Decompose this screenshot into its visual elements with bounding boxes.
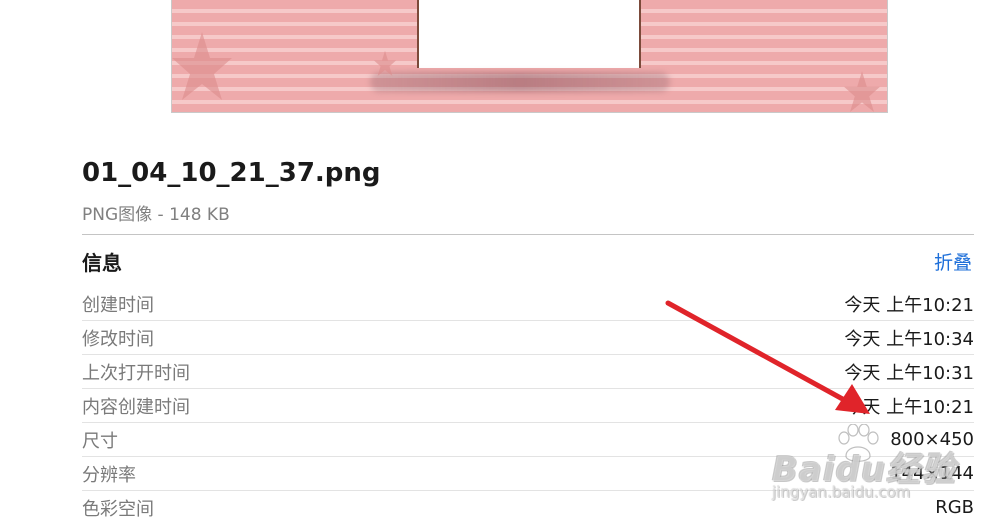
- image-preview[interactable]: [171, 0, 888, 113]
- file-info-panel: 01_04_10_21_37.png PNG图像 - 148 KB 信息 折叠 …: [0, 0, 1000, 523]
- info-row-content-created: 内容创建时间 今天 上午10:21: [82, 389, 974, 423]
- info-list: 创建时间 今天 上午10:21 修改时间 今天 上午10:34 上次打开时间 今…: [82, 287, 974, 523]
- info-value: 今天 上午10:34: [844, 328, 974, 350]
- info-value: 今天 上午10:21: [844, 396, 974, 418]
- info-label: 上次打开时间: [82, 362, 190, 384]
- divider: [82, 234, 974, 235]
- info-value: RGB: [935, 497, 974, 518]
- info-value: 今天 上午10:21: [844, 294, 974, 316]
- info-row-modified: 修改时间 今天 上午10:34: [82, 321, 974, 355]
- info-label: 内容创建时间: [82, 396, 190, 418]
- info-row-resolution: 分辨率 144×144: [82, 457, 974, 491]
- info-label: 尺寸: [82, 430, 118, 452]
- info-label: 修改时间: [82, 328, 154, 350]
- info-label: 色彩空间: [82, 498, 154, 520]
- collapse-button[interactable]: 折叠: [934, 248, 972, 275]
- file-kind-size: PNG图像 - 148 KB: [82, 205, 230, 225]
- info-section-title: 信息: [82, 251, 122, 275]
- info-value: 800×450: [890, 429, 974, 450]
- info-label: 分辨率: [82, 464, 136, 486]
- info-row-dimensions: 尺寸 800×450: [82, 423, 974, 457]
- info-row-color-space: 色彩空间 RGB: [82, 491, 974, 523]
- preview-blurred-caption: [370, 72, 670, 92]
- info-row-created: 创建时间 今天 上午10:21: [82, 287, 974, 321]
- preview-star-decoration: [172, 32, 232, 100]
- info-value: 144×144: [890, 463, 974, 484]
- preview-star-decoration: [844, 71, 880, 112]
- info-label: 创建时间: [82, 294, 154, 316]
- preview-star-decoration: [373, 50, 397, 76]
- info-row-last-opened: 上次打开时间 今天 上午10:31: [82, 355, 974, 389]
- file-name: 01_04_10_21_37.png: [82, 158, 381, 188]
- preview-white-card: [417, 0, 641, 68]
- info-value: 今天 上午10:31: [844, 362, 974, 384]
